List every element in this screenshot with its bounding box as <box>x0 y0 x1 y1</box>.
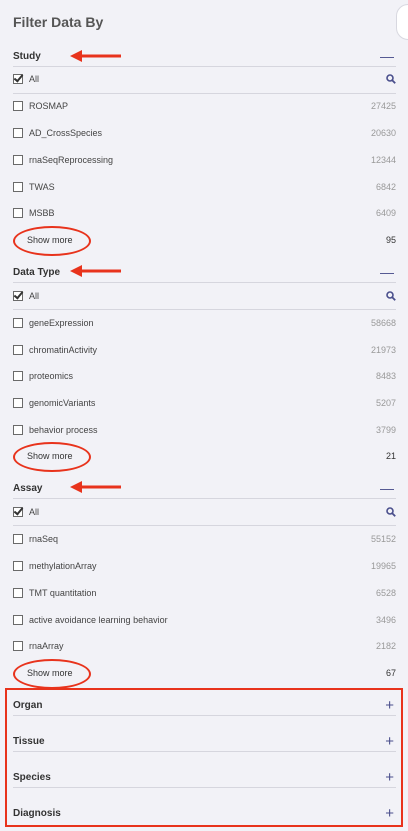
filter-item-count: 27425 <box>370 101 396 111</box>
filter-item-label: geneExpression <box>29 318 94 328</box>
filter-item[interactable]: active avoidance learning behavior 3496 <box>13 611 396 629</box>
filter-item[interactable]: genomicVariants 5207 <box>13 394 396 412</box>
divider <box>13 525 396 526</box>
filter-all-assay[interactable]: All <box>13 503 396 521</box>
filter-item-label: rnaArray <box>29 641 64 651</box>
annotation-box <box>5 688 403 827</box>
filter-item-label: ROSMAP <box>29 101 69 111</box>
filter-item-label: TMT quantitation <box>29 588 97 598</box>
more-count: 21 <box>385 451 396 461</box>
filter-item-label: TWAS <box>29 182 55 192</box>
annotation-arrow-icon <box>70 481 121 493</box>
checkbox[interactable] <box>13 128 23 138</box>
filter-item-label: rnaSeqReprocessing <box>29 155 114 165</box>
filter-item[interactable]: ROSMAP 27425 <box>13 97 396 115</box>
checkbox[interactable] <box>13 155 23 165</box>
checkbox[interactable] <box>13 318 23 328</box>
section-label: Study <box>13 50 41 62</box>
filter-item-label: AD_CrossSpecies <box>29 128 103 138</box>
section-label: Assay <box>13 482 43 494</box>
search-icon[interactable] <box>386 507 396 517</box>
filter-item[interactable]: proteomics 8483 <box>13 367 396 385</box>
filter-item-count: 6528 <box>375 588 396 598</box>
panel-title: Filter Data By <box>13 14 104 30</box>
filter-item[interactable]: TMT quantitation 6528 <box>13 584 396 602</box>
filter-item[interactable]: rnaSeq 55152 <box>13 530 396 548</box>
annotation-circle <box>13 226 91 256</box>
panel-edge-tab[interactable] <box>396 4 408 40</box>
filter-item[interactable]: rnaArray 2182 <box>13 637 396 655</box>
filter-item-count: 8483 <box>375 371 396 381</box>
filter-item-label: MSBB <box>29 208 55 218</box>
section-label: Data Type <box>13 266 61 278</box>
filter-item-count: 20630 <box>370 128 396 138</box>
filter-item-label: rnaSeq <box>29 534 59 544</box>
filter-item-count: 2182 <box>375 641 396 651</box>
filter-item-label: active avoidance learning behavior <box>29 615 168 625</box>
filter-item-label: chromatinActivity <box>29 345 98 355</box>
filter-item-count: 58668 <box>370 318 396 328</box>
filter-item[interactable]: MSBB 6409 <box>13 204 396 222</box>
filter-item-count: 6409 <box>375 208 396 218</box>
annotation-circle <box>13 659 91 689</box>
search-icon[interactable] <box>386 291 396 301</box>
filter-item-count: 12344 <box>370 155 396 165</box>
collapse-icon[interactable]: — <box>380 49 396 63</box>
filter-item[interactable]: geneExpression 58668 <box>13 314 396 332</box>
checkbox-checked[interactable] <box>13 74 23 84</box>
filter-item[interactable]: chromatinActivity 21973 <box>13 341 396 359</box>
checkbox[interactable] <box>13 371 23 381</box>
divider <box>13 66 396 67</box>
filter-item-label: proteomics <box>29 371 74 381</box>
filter-item-label: methylationArray <box>29 561 97 571</box>
filter-item-label: genomicVariants <box>29 398 96 408</box>
divider <box>13 309 396 310</box>
filter-item[interactable]: methylationArray 19965 <box>13 557 396 575</box>
annotation-arrow-icon <box>70 265 121 277</box>
filter-item-count: 55152 <box>370 534 396 544</box>
checkbox-checked[interactable] <box>13 507 23 517</box>
divider <box>13 282 396 283</box>
divider <box>13 498 396 499</box>
filter-item[interactable]: rnaSeqReprocessing 12344 <box>13 151 396 169</box>
checkbox[interactable] <box>13 534 23 544</box>
more-count: 95 <box>385 235 396 245</box>
divider <box>13 93 396 94</box>
checkbox[interactable] <box>13 425 23 435</box>
checkbox[interactable] <box>13 345 23 355</box>
filter-item-count: 3799 <box>375 425 396 435</box>
more-count: 67 <box>385 668 396 678</box>
checkbox[interactable] <box>13 182 23 192</box>
filter-all-data-type[interactable]: All <box>13 287 396 305</box>
checkbox[interactable] <box>13 615 23 625</box>
collapse-icon[interactable]: — <box>380 481 396 495</box>
checkbox[interactable] <box>13 588 23 598</box>
filter-item-count: 5207 <box>375 398 396 408</box>
filter-item[interactable]: TWAS 6842 <box>13 178 396 196</box>
annotation-circle <box>13 442 91 472</box>
filter-item-count: 3496 <box>375 615 396 625</box>
filter-all-label: All <box>29 291 40 301</box>
filter-item-count: 19965 <box>370 561 396 571</box>
checkbox[interactable] <box>13 101 23 111</box>
collapse-icon[interactable]: — <box>380 265 396 279</box>
filter-all-label: All <box>29 507 40 517</box>
checkbox[interactable] <box>13 641 23 651</box>
filter-item[interactable]: AD_CrossSpecies 20630 <box>13 124 396 142</box>
filter-item[interactable]: behavior process 3799 <box>13 421 396 439</box>
filter-all-label: All <box>29 74 40 84</box>
checkbox[interactable] <box>13 208 23 218</box>
checkbox[interactable] <box>13 561 23 571</box>
checkbox[interactable] <box>13 398 23 408</box>
checkbox-checked[interactable] <box>13 291 23 301</box>
filter-all-study[interactable]: All <box>13 70 396 88</box>
filter-item-count: 6842 <box>375 182 396 192</box>
filter-item-label: behavior process <box>29 425 98 435</box>
filter-item-count: 21973 <box>370 345 396 355</box>
annotation-arrow-icon <box>70 50 121 62</box>
search-icon[interactable] <box>386 74 396 84</box>
